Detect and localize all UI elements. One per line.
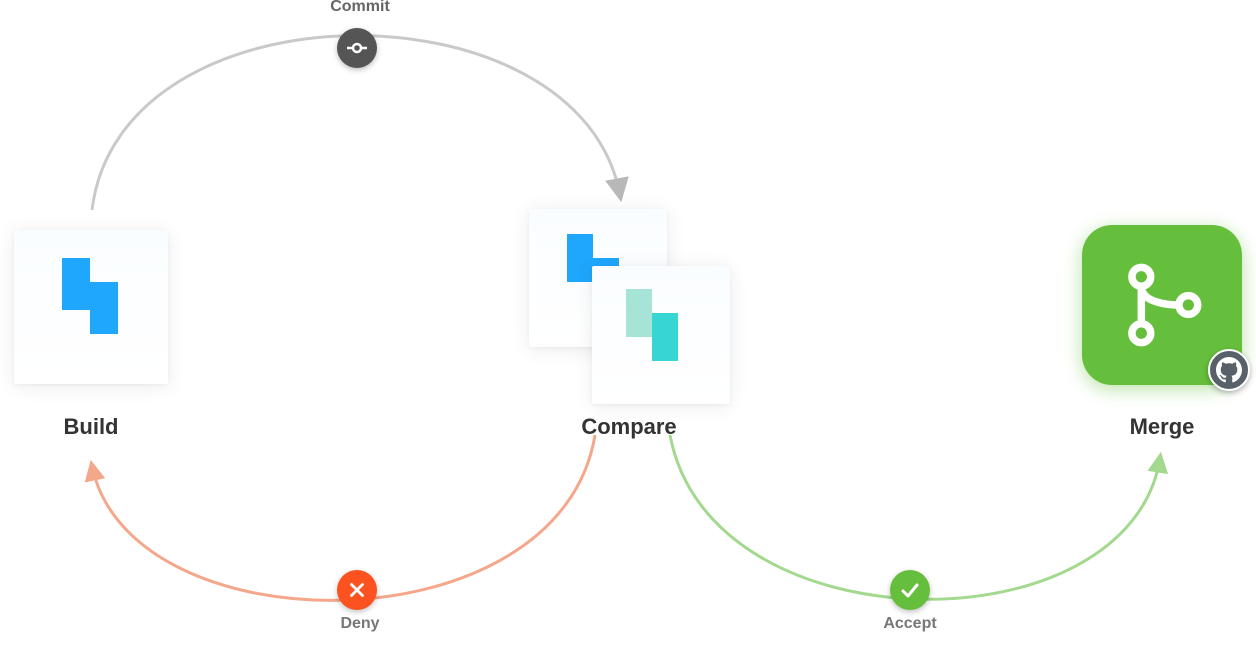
build-label: Build [14, 414, 168, 440]
workflow-diagram: Build Compare Merge Commit Deny Accept [0, 0, 1256, 646]
git-merge-icon [1115, 258, 1209, 352]
accept-badge [890, 570, 930, 610]
commit-icon [345, 36, 369, 60]
check-icon [898, 578, 922, 602]
build-block-icon [62, 258, 90, 310]
build-block-icon [90, 282, 118, 334]
github-badge [1208, 349, 1250, 391]
deny-badge [337, 570, 377, 610]
accept-label: Accept [850, 615, 970, 633]
merge-label: Merge [1082, 414, 1242, 440]
close-icon [346, 579, 368, 601]
compare-block-teal-icon [626, 289, 652, 337]
commit-badge [337, 28, 377, 68]
commit-label: Commit [300, 0, 420, 16]
compare-block-blue-icon [567, 234, 593, 282]
compare-block-teal-icon [652, 313, 678, 361]
deny-label: Deny [300, 615, 420, 633]
compare-label: Compare [529, 414, 729, 440]
github-icon [1216, 357, 1242, 383]
